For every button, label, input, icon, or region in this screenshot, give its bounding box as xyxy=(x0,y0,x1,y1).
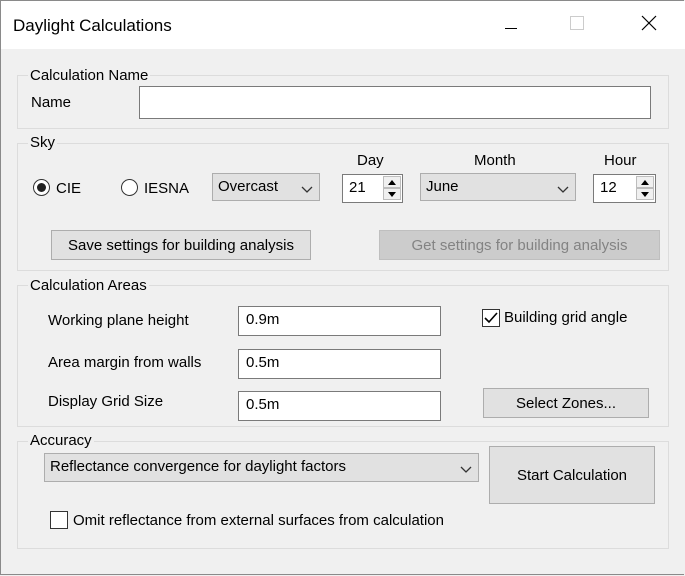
omit-reflectance-label: Omit reflectance from external surfaces … xyxy=(73,512,444,529)
grid-size-input[interactable]: 0.5m xyxy=(238,391,441,421)
hour-spinner[interactable]: 12 xyxy=(593,174,656,203)
grid-angle-label: Building grid angle xyxy=(504,309,628,326)
month-label: Month xyxy=(474,152,516,169)
title-bar[interactable]: Daylight Calculations xyxy=(1,1,685,49)
accuracy-legend: Accuracy xyxy=(28,432,94,450)
calculation-name-legend: Calculation Name xyxy=(28,67,151,85)
maximize-icon xyxy=(570,16,584,34)
window-title: Daylight Calculations xyxy=(13,16,172,35)
day-value: 21 xyxy=(349,179,366,196)
working-plane-label: Working plane height xyxy=(48,312,189,329)
close-icon xyxy=(641,15,657,35)
chevron-down-icon xyxy=(301,181,313,198)
sky-legend: Sky xyxy=(28,134,58,152)
name-input[interactable] xyxy=(139,86,651,119)
select-zones-button[interactable]: Select Zones... xyxy=(483,388,649,418)
iesna-radio[interactable] xyxy=(121,179,138,196)
name-label: Name xyxy=(31,94,72,111)
hour-value: 12 xyxy=(600,179,617,196)
chevron-down-icon xyxy=(557,181,569,198)
working-plane-input[interactable]: 0.9m xyxy=(238,306,441,336)
minimize-button[interactable] xyxy=(488,1,534,49)
day-spinner[interactable]: 21 xyxy=(342,174,403,203)
grid-angle-checkbox[interactable] xyxy=(482,309,500,327)
triangle-up-icon xyxy=(641,179,649,185)
start-calculation-button[interactable]: Start Calculation xyxy=(489,446,655,504)
iesna-label: IESNA xyxy=(144,180,190,197)
save-settings-button[interactable]: Save settings for building analysis xyxy=(51,230,311,260)
area-margin-input[interactable]: 0.5m xyxy=(238,349,441,379)
get-settings-button: Get settings for building analysis xyxy=(379,230,660,260)
month-dropdown[interactable]: June xyxy=(420,173,576,201)
hour-down-button[interactable] xyxy=(636,188,654,200)
hour-up-button[interactable] xyxy=(636,176,654,188)
day-down-button[interactable] xyxy=(383,188,401,200)
grid-size-label: Display Grid Size xyxy=(48,393,164,410)
sky-condition-value: Overcast xyxy=(218,178,279,195)
day-up-button[interactable] xyxy=(383,176,401,188)
calculation-areas-legend: Calculation Areas xyxy=(28,277,149,295)
omit-reflectance-checkbox[interactable] xyxy=(50,511,68,529)
close-button[interactable] xyxy=(626,1,672,49)
maximize-button xyxy=(554,1,600,49)
triangle-up-icon xyxy=(388,179,396,185)
accuracy-value: Reflectance convergence for daylight fac… xyxy=(50,458,346,475)
triangle-down-icon xyxy=(641,191,649,197)
accuracy-dropdown[interactable]: Reflectance convergence for daylight fac… xyxy=(44,453,479,482)
cie-radio[interactable] xyxy=(33,179,50,196)
minimize-icon xyxy=(505,17,517,34)
daylight-calculations-window: Daylight Calculations Calculation Name N… xyxy=(0,0,685,575)
month-value: June xyxy=(426,178,459,195)
hour-label: Hour xyxy=(604,152,637,169)
chevron-down-icon xyxy=(460,461,472,478)
area-margin-label: Area margin from walls xyxy=(48,354,202,371)
cie-label: CIE xyxy=(56,180,82,197)
day-label: Day xyxy=(357,152,384,169)
sky-condition-dropdown[interactable]: Overcast xyxy=(212,173,320,201)
triangle-down-icon xyxy=(388,191,396,197)
checkmark-icon xyxy=(484,312,498,324)
